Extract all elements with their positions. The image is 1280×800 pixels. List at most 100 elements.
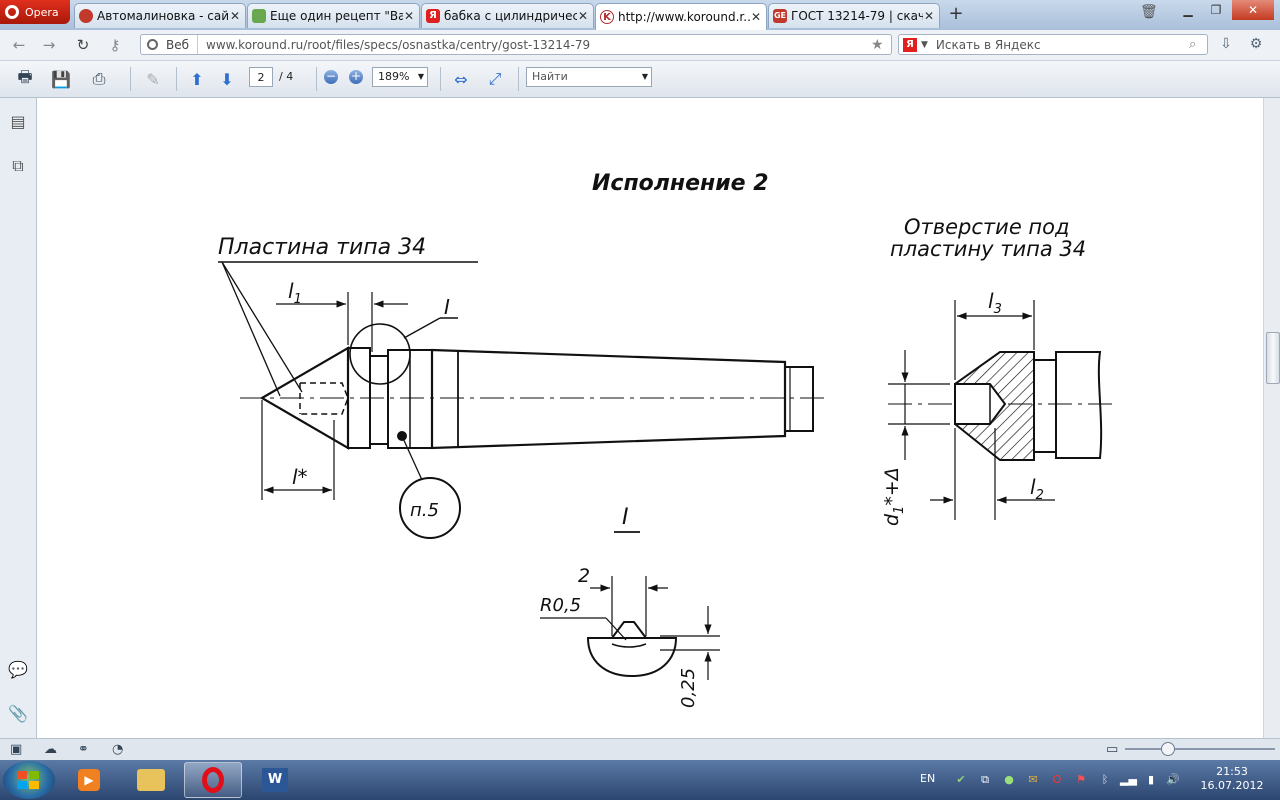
unite-icon[interactable]: ⚭ <box>78 742 89 757</box>
forward-arrow-icon[interactable]: → <box>38 35 60 55</box>
close-window-button[interactable]: ✕ <box>1232 0 1274 20</box>
view-icon[interactable]: ▭ <box>1106 742 1118 757</box>
zoom-select[interactable]: 189% ▼ <box>372 67 428 87</box>
start-button[interactable] <box>3 761 55 799</box>
battery-icon[interactable]: ▮ <box>1144 773 1158 787</box>
next-page-icon[interactable]: ⬇ <box>216 68 238 90</box>
address-bar[interactable]: Веб www.koround.ru/root/files/specs/osna… <box>140 34 892 55</box>
tray-chat-icon[interactable]: ✉ <box>1026 773 1040 787</box>
toolbar-separator <box>176 67 177 91</box>
panel-toggle-icon[interactable]: ▣ <box>10 742 22 757</box>
vertical-scrollbar[interactable] <box>1263 98 1280 738</box>
hole-label-line2: пластину типа 34 <box>890 237 1086 261</box>
web-scope-label: Веб <box>166 37 190 52</box>
taskbar-explorer[interactable] <box>122 762 180 798</box>
tab-yandex-search[interactable]: Я бабка с цилиндричес... ✕ <box>421 3 594 28</box>
attachments-panel-icon[interactable]: 📎 <box>8 704 28 724</box>
fit-page-icon[interactable]: ⤢ <box>484 68 506 90</box>
minimize-button[interactable]: ▁ <box>1174 0 1202 20</box>
tab-close-icon[interactable]: ✕ <box>403 9 415 23</box>
bookmark-star-icon[interactable]: ★ <box>871 37 891 53</box>
clock-time: 21:53 <box>1216 765 1248 778</box>
tab-title: Еще один рецепт "Вар... <box>270 9 403 23</box>
tab-title: ГОСТ 13214-79 | скача... <box>791 9 923 23</box>
dim-d1-label: d1*+Δ <box>881 467 907 526</box>
trash-icon[interactable]: 🗑 <box>1140 4 1158 20</box>
tray-flag-icon[interactable]: ⚑ <box>1074 773 1088 787</box>
pdf-side-panel: ▤ ⧉ 💬 📎 <box>0 98 37 738</box>
opera-menu-button[interactable]: Opera <box>0 0 70 24</box>
scrollbar-thumb[interactable] <box>1266 332 1280 384</box>
tab-recipe[interactable]: Еще один рецепт "Вар... ✕ <box>247 3 420 28</box>
comments-panel-icon[interactable]: 💬 <box>8 660 28 680</box>
yandex-icon: Я <box>426 9 440 23</box>
download-icon[interactable]: ⇩ <box>1216 36 1236 54</box>
tab-close-icon[interactable]: ✕ <box>923 9 935 23</box>
tab-title: http://www.koround.r... <box>618 10 750 24</box>
clock[interactable]: 21:53 16.07.2012 <box>1192 765 1272 793</box>
tools-icon[interactable]: ⚙ <box>1246 36 1266 54</box>
dim-lstar-label: l* <box>292 465 308 489</box>
dim-l2-label: l2 <box>1030 475 1044 503</box>
web-scope[interactable]: Веб <box>141 35 199 54</box>
tab-koround[interactable]: K http://www.koround.r... ✕ <box>595 3 767 30</box>
comment-icon[interactable]: ✎ <box>142 68 164 90</box>
tray-network-app-icon[interactable]: ⧉ <box>978 773 992 787</box>
navigation-bar: ← → ↻ ⚷ Веб www.koround.ru/root/files/sp… <box>0 30 1280 61</box>
cloud-icon[interactable]: ☁ <box>44 742 57 757</box>
reload-icon[interactable]: ↻ <box>72 35 94 55</box>
find-input[interactable]: Найти ▼ <box>526 67 652 87</box>
dim-l3-label: l3 <box>988 289 1002 317</box>
language-indicator[interactable]: EN <box>920 772 935 785</box>
search-placeholder[interactable]: Искать в Яндекс <box>936 38 1189 52</box>
search-engine-dropdown-icon[interactable]: ▼ <box>921 40 928 50</box>
search-icon[interactable]: ⌕ <box>1189 37 1207 52</box>
print-icon[interactable]: 🖶 <box>14 67 36 90</box>
tab-close-icon[interactable]: ✕ <box>229 9 241 23</box>
dim-r-label: R0,5 <box>540 595 581 616</box>
zoom-out-icon[interactable]: − <box>324 70 338 84</box>
share-icon[interactable]: ⎙ <box>88 68 110 90</box>
zoom-in-icon[interactable]: + <box>349 70 363 84</box>
signal-icon[interactable]: ▂▄ <box>1120 773 1137 787</box>
find-placeholder: Найти <box>532 70 568 83</box>
bluetooth-icon[interactable]: ᛒ <box>1098 773 1112 787</box>
recipe-icon <box>252 9 266 23</box>
koround-icon: K <box>600 10 614 24</box>
pages-panel-icon[interactable]: ▤ <box>8 112 28 132</box>
tab-close-icon[interactable]: ✕ <box>750 10 762 24</box>
previous-page-icon[interactable]: ⬆ <box>186 68 208 90</box>
bookmarks-panel-icon[interactable]: ⧉ <box>8 156 28 176</box>
folder-icon <box>137 769 165 791</box>
search-box[interactable]: Я ▼ Искать в Яндекс ⌕ <box>898 34 1208 55</box>
hole-label-line1: Отверстие под <box>904 215 1070 239</box>
tray-opera-icon[interactable]: O <box>1050 773 1064 787</box>
speed-dial-icon[interactable]: ◔ <box>112 742 123 757</box>
page-number-input[interactable]: 2 <box>249 67 273 87</box>
media-player-icon: ▶ <box>78 769 100 791</box>
zoom-slider[interactable] <box>1125 748 1275 750</box>
url-text[interactable]: www.koround.ru/root/files/specs/osnastka… <box>198 38 871 52</box>
toolbar-separator <box>130 67 131 91</box>
toolbar-separator <box>518 67 519 91</box>
tab-title: бабка с цилиндричес... <box>444 9 577 23</box>
tab-close-icon[interactable]: ✕ <box>577 9 589 23</box>
restore-button[interactable]: ❐ <box>1202 0 1230 20</box>
dim-2-label: 2 <box>578 565 590 587</box>
tray-green-icon[interactable]: ● <box>1002 773 1016 787</box>
tray-app-icon[interactable]: ✔ <box>954 773 968 787</box>
key-icon[interactable]: ⚷ <box>104 35 126 55</box>
taskbar-word[interactable]: W <box>246 762 304 798</box>
tab-bar: Opera Автомалиновка - сайт... ✕ Еще один… <box>0 0 1280 30</box>
tab-gost[interactable]: GE ГОСТ 13214-79 | скача... ✕ <box>768 3 940 28</box>
taskbar-opera[interactable] <box>184 762 242 798</box>
zoom-slider-knob[interactable] <box>1161 742 1175 756</box>
taskbar-media-player[interactable]: ▶ <box>60 762 118 798</box>
browser-status-bar: ▣ ☁ ⚭ ◔ ▭ <box>0 738 1280 761</box>
tab-automalinovka[interactable]: Автомалиновка - сайт... ✕ <box>74 3 246 28</box>
new-tab-button[interactable]: + <box>946 4 966 24</box>
fit-width-icon[interactable]: ⇔ <box>450 68 472 90</box>
back-arrow-icon[interactable]: ← <box>8 35 30 55</box>
volume-icon[interactable]: 🔊 <box>1166 773 1180 787</box>
save-icon[interactable]: 💾 <box>50 68 72 90</box>
